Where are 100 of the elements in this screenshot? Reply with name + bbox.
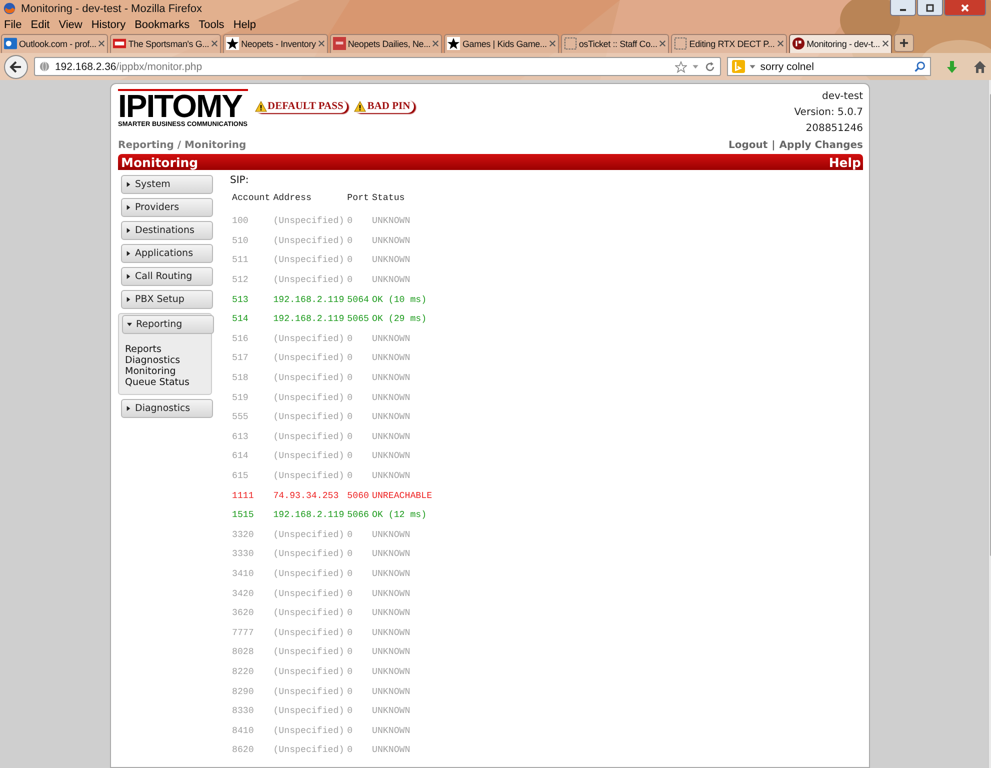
column-header: Address <box>272 192 312 205</box>
close-icon[interactable] <box>98 40 106 47</box>
close-icon[interactable] <box>318 40 325 47</box>
search-box[interactable]: sorry colnel <box>727 57 932 76</box>
table-cell: OK (12 ms) <box>372 509 427 520</box>
close-icon[interactable] <box>659 40 666 47</box>
table-cell: 518 <box>232 372 248 384</box>
sidebar-link[interactable]: Queue Status <box>125 377 208 388</box>
header-link[interactable]: Logout <box>728 140 768 150</box>
browser-tab[interactable]: Games | Kids Game... <box>444 34 559 52</box>
home-icon[interactable] <box>973 60 987 74</box>
sidebar-link[interactable]: Diagnostics <box>125 355 208 366</box>
page-title: Monitoring <box>121 154 198 170</box>
close-icon[interactable] <box>882 40 889 47</box>
table-cell: (Unspecified) <box>273 607 344 618</box>
page-icon <box>564 37 577 50</box>
table-cell: 516 <box>232 332 248 344</box>
table-cell: 0 <box>347 430 353 442</box>
table-cell: (Unspecified) <box>273 254 344 266</box>
table-cell: (Unspecified) <box>273 724 344 736</box>
close-icon[interactable] <box>548 40 556 47</box>
table-cell: 1111 <box>232 490 254 501</box>
search-icon[interactable] <box>914 60 926 72</box>
table-cell: 614 <box>232 450 248 462</box>
sidebar-button[interactable]: Destinations <box>121 221 213 240</box>
dropdown-icon[interactable] <box>749 63 756 70</box>
help-link[interactable]: Help <box>828 154 861 170</box>
table-cell: 0 <box>347 724 353 736</box>
table-cell: 0 <box>347 666 353 677</box>
new-tab-button[interactable] <box>894 34 914 52</box>
table-cell: 100 <box>232 215 248 226</box>
browser-tab[interactable]: Neopets - Inventory <box>223 34 328 52</box>
table-cell: UNKNOWN <box>372 705 410 716</box>
table-cell: UNKNOWN <box>372 607 410 618</box>
table-cell: UNKNOWN <box>372 254 410 266</box>
star-icon <box>226 37 240 50</box>
menu-item[interactable]: History <box>91 19 126 31</box>
sidebar-button[interactable]: Reporting <box>122 315 214 334</box>
menu-item[interactable]: Bookmarks <box>134 19 190 31</box>
sidebar-button[interactable]: System <box>121 175 213 194</box>
sidebar-link[interactable]: Monitoring <box>125 366 208 377</box>
table-cell: 192.168.2.119 <box>273 313 344 324</box>
close-icon[interactable] <box>776 40 784 47</box>
menu-item[interactable]: Edit <box>30 19 50 31</box>
browser-tab[interactable]: osTicket :: Staff Co... <box>560 34 670 52</box>
table-cell: 0 <box>347 568 353 579</box>
menu-item[interactable]: Help <box>233 19 256 31</box>
search-input[interactable]: sorry colnel <box>760 60 910 72</box>
sidebar-button[interactable]: Applications <box>121 244 213 263</box>
browser-tab[interactable]: Monitoring - dev-t... <box>788 34 892 52</box>
menu-item[interactable]: Tools <box>198 19 224 31</box>
sidebar-button[interactable]: PBX Setup <box>121 290 213 309</box>
column-header: Account <box>231 192 272 205</box>
sidebar-button[interactable]: Providers <box>121 198 213 217</box>
browser-tab[interactable]: Outlook.com - prof... <box>1 34 108 52</box>
close-icon[interactable] <box>432 40 440 47</box>
menu-item[interactable]: File <box>4 19 22 31</box>
table-cell: 0 <box>347 705 353 716</box>
version-text: Version: 5.0.7 <box>794 106 863 119</box>
table-cell: 8410 <box>232 724 254 736</box>
table-cell: 511 <box>232 254 248 266</box>
dropdown-icon[interactable] <box>692 63 700 70</box>
browser-tab[interactable]: Editing RTX DECT P... <box>671 34 787 52</box>
reload-icon[interactable] <box>704 60 716 72</box>
sidebar-button[interactable]: Call Routing <box>121 267 213 286</box>
plus-icon <box>898 38 909 48</box>
minimize-button[interactable] <box>890 0 916 16</box>
table-cell: 519 <box>232 392 248 403</box>
back-arrow-icon <box>8 60 23 74</box>
caret-icon <box>126 228 131 233</box>
menu-item[interactable]: View <box>58 19 82 31</box>
table-cell: (Unspecified) <box>273 411 344 422</box>
window-title: Monitoring - dev-test - Mozilla Firefox <box>21 2 202 14</box>
browser-tab[interactable]: Neopets Dailies, Ne... <box>330 34 442 52</box>
address-bar[interactable]: 192.168.2.36/ippbx/monitor.php <box>34 57 722 76</box>
maximize-button[interactable] <box>917 0 943 16</box>
table-cell: 192.168.2.119 <box>273 509 344 520</box>
column-header: Port <box>346 192 370 205</box>
warning-badge[interactable]: BAD PIN <box>353 100 414 113</box>
table-cell: 0 <box>347 392 353 403</box>
header-link[interactable]: Apply Changes <box>779 140 863 150</box>
table-cell: (Unspecified) <box>273 626 344 638</box>
star-icon[interactable] <box>675 60 688 72</box>
table-cell: 0 <box>347 372 353 384</box>
close-button[interactable] <box>944 0 986 16</box>
warning-badge[interactable]: DEFAULT PASS <box>254 100 348 113</box>
sidebar-link[interactable]: Reports <box>125 344 208 355</box>
table-cell: (Unspecified) <box>273 352 344 364</box>
browser-tab[interactable]: The Sportsman's G... <box>110 34 222 52</box>
table-cell: 613 <box>232 430 248 442</box>
caret-icon <box>126 274 131 279</box>
table-cell: (Unspecified) <box>273 528 344 540</box>
table-cell: UNKNOWN <box>372 332 410 344</box>
sidebar-button[interactable]: Diagnostics <box>121 399 213 418</box>
store-logo-icon <box>113 37 126 50</box>
close-icon[interactable] <box>211 40 218 47</box>
table-cell: 0 <box>347 215 353 226</box>
table-cell: UNKNOWN <box>372 588 410 599</box>
url-text: 192.168.2.36/ippbx/monitor.php <box>54 60 204 72</box>
table-cell: UNKNOWN <box>372 430 410 442</box>
